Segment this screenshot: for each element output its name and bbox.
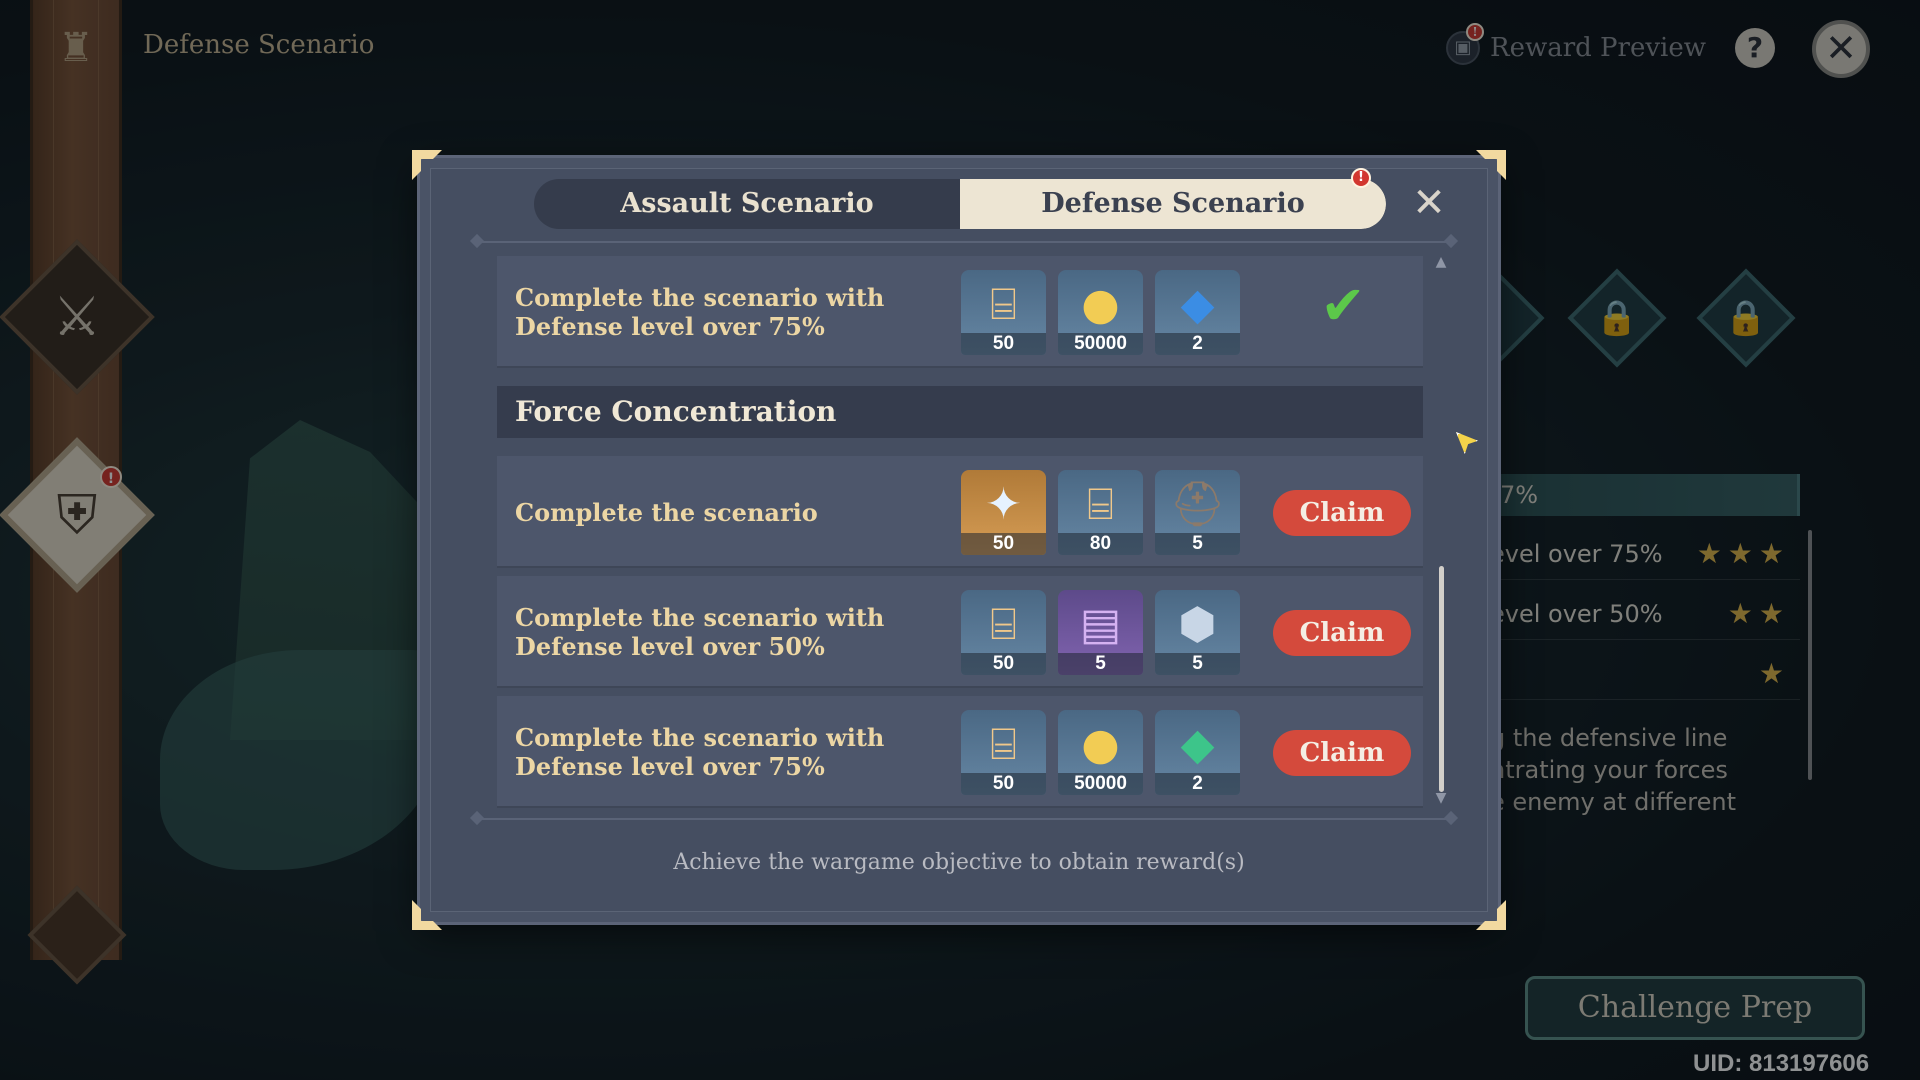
modal-close-button[interactable]: ✕	[1409, 183, 1449, 223]
reward-count: 50000	[1058, 773, 1143, 795]
footer-hint: Achieve the wargame objective to obtain …	[673, 850, 1245, 875]
divider	[476, 241, 1452, 243]
claim-button[interactable]: Claim	[1273, 610, 1411, 656]
list-item: Complete the scenario with Defense level…	[497, 256, 1423, 368]
list-item: Complete the scenario with Defense level…	[497, 696, 1423, 808]
objective-text: Complete the scenario with Defense level…	[515, 603, 885, 661]
reward-item[interactable]: ◆ 2	[1155, 270, 1240, 355]
reward-count: 5	[1155, 533, 1240, 555]
objective-text: Complete the scenario	[515, 497, 818, 527]
reward-items: ⌸ 50 ● 50000 ◆ 2	[961, 710, 1240, 795]
reward-item[interactable]: ◆ 2	[1155, 710, 1240, 795]
reward-item[interactable]: ⌸ 50	[961, 270, 1046, 355]
section-header: Force Concentration	[497, 386, 1423, 438]
reward-item[interactable]: ⌸ 50	[961, 590, 1046, 675]
claim-button[interactable]: Claim	[1273, 730, 1411, 776]
reward-count: 80	[1058, 533, 1143, 555]
divider	[476, 818, 1452, 820]
list-scrollbar[interactable]	[1439, 566, 1444, 792]
reward-item[interactable]: ⛑ 5	[1155, 470, 1240, 555]
objective-text: Complete the scenario with Defense level…	[515, 283, 885, 341]
tab-assault-scenario[interactable]: Assault Scenario	[534, 179, 960, 229]
reward-count: 50	[961, 533, 1046, 555]
reward-count: 50	[961, 653, 1046, 675]
shield-material-icon: ⬢	[1178, 599, 1217, 650]
objective-text: Complete the scenario with Defense level…	[515, 723, 885, 781]
claim-button[interactable]: Claim	[1273, 490, 1411, 536]
reward-count: 5	[1155, 653, 1240, 675]
wargame-banner-icon: ⌸	[990, 719, 1017, 770]
tab-defense-scenario[interactable]: Defense Scenario	[960, 179, 1386, 229]
primogem-icon: ✦	[985, 479, 1022, 530]
reward-item[interactable]: ✦ 50	[961, 470, 1046, 555]
tab-alert-badge: !	[1351, 168, 1371, 188]
helmet-material-icon: ⛑	[1169, 479, 1226, 530]
reward-item[interactable]: ● 50000	[1058, 270, 1143, 355]
wargame-banner-icon: ⌸	[1087, 479, 1114, 530]
scroll-up-arrow-icon[interactable]: ▲	[1432, 254, 1450, 270]
green-crystal-icon: ◆	[1180, 719, 1215, 770]
blue-crystal-icon: ◆	[1180, 279, 1215, 330]
reward-count: 2	[1155, 333, 1240, 355]
claimed-check-icon: ✔	[1320, 274, 1366, 337]
reward-items: ⌸ 50 ● 50000 ◆ 2	[961, 270, 1240, 355]
reward-count: 5	[1058, 653, 1143, 675]
list-item: Complete the scenario ✦ 50 ⌸ 80 ⛑ 5 Clai…	[497, 456, 1423, 568]
reward-items: ✦ 50 ⌸ 80 ⛑ 5	[961, 470, 1240, 555]
mora-coin-icon: ●	[1081, 719, 1120, 770]
wargame-banner-icon: ⌸	[990, 279, 1017, 330]
mora-coin-icon: ●	[1081, 279, 1120, 330]
talent-book-icon: ▤	[1079, 599, 1122, 650]
reward-count: 50	[961, 333, 1046, 355]
reward-count: 2	[1155, 773, 1240, 795]
reward-item[interactable]: ⌸ 80	[1058, 470, 1143, 555]
reward-item[interactable]: ⬢ 5	[1155, 590, 1240, 675]
reward-item[interactable]: ⌸ 50	[961, 710, 1046, 795]
scroll-down-arrow-icon[interactable]: ▼	[1432, 790, 1450, 806]
reward-item[interactable]: ● 50000	[1058, 710, 1143, 795]
wargame-banner-icon: ⌸	[990, 599, 1017, 650]
reward-count: 50000	[1058, 333, 1143, 355]
scenario-tabs: Assault Scenario Defense Scenario	[534, 179, 1386, 229]
reward-item[interactable]: ▤ 5	[1058, 590, 1143, 675]
reward-count: 50	[961, 773, 1046, 795]
reward-items: ⌸ 50 ▤ 5 ⬢ 5	[961, 590, 1240, 675]
list-item: Complete the scenario with Defense level…	[497, 576, 1423, 688]
